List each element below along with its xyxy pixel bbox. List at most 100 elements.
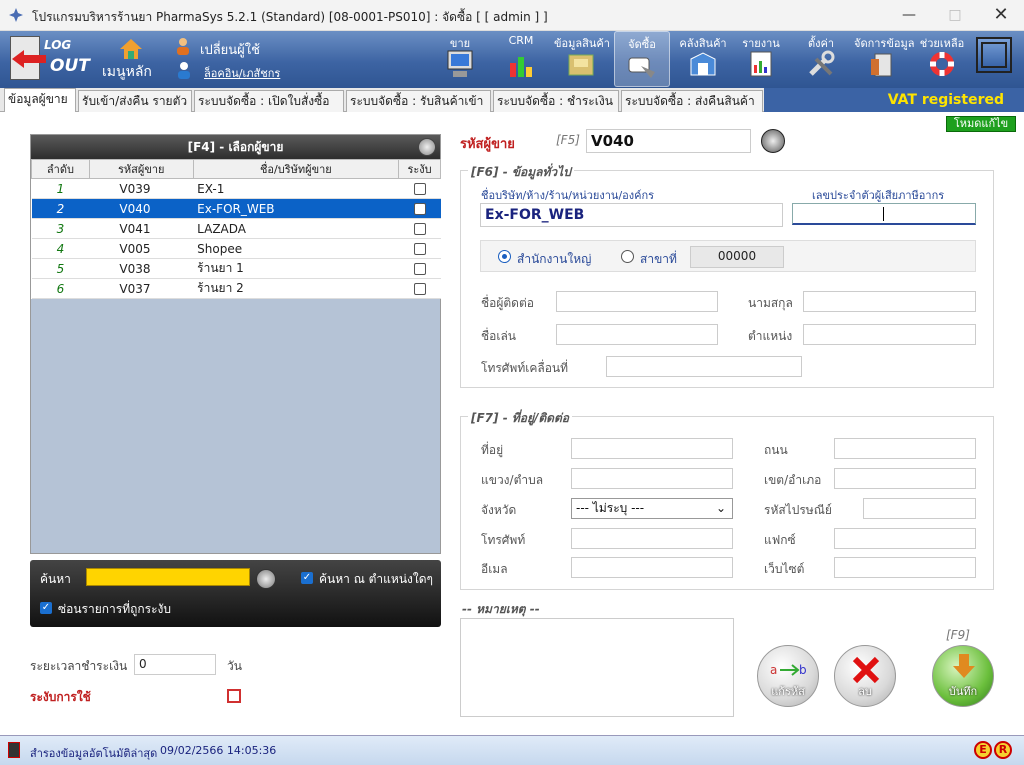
toolbar-help[interactable]: ช่วยเหลือ xyxy=(914,31,970,87)
search-label: ค้นหา xyxy=(40,572,71,586)
vendor-code-input[interactable]: V040 xyxy=(586,129,751,153)
table-row[interactable]: 5 V038 ร้านยา 1 xyxy=(31,258,441,279)
rename-code-button[interactable]: ab แก้รหัส xyxy=(757,645,819,707)
table-row[interactable]: 1 V039 EX-1 xyxy=(31,178,441,199)
col-suspend[interactable]: ระงับ xyxy=(398,159,441,179)
position-input[interactable] xyxy=(803,324,976,345)
head-office-radio[interactable] xyxy=(498,250,511,263)
company-input[interactable]: Ex-FOR_WEB xyxy=(480,203,783,227)
change-user-label: เปลี่ยนผู้ใช้ xyxy=(200,43,260,58)
r-status-icon[interactable]: R xyxy=(994,741,1012,759)
row-no: 3 xyxy=(31,218,90,239)
suspend-checkbox[interactable] xyxy=(413,203,426,215)
tab-payment[interactable]: ระบบจัดซื้อ : ชำระเงิน xyxy=(493,90,619,112)
phone-input[interactable] xyxy=(571,528,733,549)
surname-label: นามสกุล xyxy=(748,296,793,310)
e-status-icon[interactable]: E xyxy=(974,741,992,759)
toolbar-report[interactable]: รายงาน xyxy=(738,31,784,87)
close-button[interactable]: ✕ xyxy=(978,0,1024,30)
edit-mode-badge: โหมดแก้ไข xyxy=(946,116,1016,132)
toolbar-inventory[interactable]: คลังสินค้า xyxy=(676,31,730,87)
purchase-hand-icon xyxy=(628,57,655,78)
tab-open-po[interactable]: ระบบจัดซื้อ : เปิดใบสั่งซื้อ xyxy=(194,90,344,112)
login-history-link[interactable]: ล็อคอิน/เภสัชกร xyxy=(176,61,296,81)
suspend-checkbox[interactable] xyxy=(413,283,426,295)
mobile-input[interactable] xyxy=(606,356,802,377)
hide-suspended-checkbox[interactable]: ✓ xyxy=(40,602,52,614)
contact-input[interactable] xyxy=(556,291,718,312)
row-code: V040 xyxy=(89,198,194,219)
suspend-use-checkbox[interactable] xyxy=(227,689,241,703)
minimize-button[interactable]: — xyxy=(886,0,932,30)
vendor-code-search-icon[interactable] xyxy=(761,129,785,153)
toolbar-crm[interactable]: CRM xyxy=(500,31,542,87)
toolbar-purchase[interactable]: จัดซื้อ xyxy=(614,31,670,87)
province-select[interactable]: --- ไม่ระบุ --- ⌄ xyxy=(571,498,733,519)
save-shortcut-label: [F9] xyxy=(946,628,970,642)
change-user-button[interactable]: เปลี่ยนผู้ใช้ xyxy=(176,37,296,58)
suspend-checkbox[interactable] xyxy=(413,223,426,235)
position-label: ตำแหน่ง xyxy=(748,329,793,343)
suspend-checkbox[interactable] xyxy=(413,243,426,255)
warehouse-box-icon xyxy=(690,52,716,76)
remark-label: -- หมายเหตุ -- xyxy=(462,602,540,616)
address-label: ที่อยู่ xyxy=(481,443,504,457)
nickname-label: ชื่อเล่น xyxy=(481,329,517,343)
road-label: ถนน xyxy=(764,443,788,457)
head-office-label: สำนักงานใหญ่ xyxy=(517,252,592,266)
monitor-icon xyxy=(447,50,473,77)
website-input[interactable] xyxy=(834,557,976,578)
col-name[interactable]: ชื่อ/บริษัทผู้ขาย xyxy=(192,159,400,179)
row-no: 6 xyxy=(31,278,90,299)
toolbar-data-manage[interactable]: จัดการข้อมูล xyxy=(854,31,914,87)
table-row-selected[interactable]: 2 V040 Ex-FOR_WEB xyxy=(31,198,441,219)
backup-datetime: 09/02/2566 14:05:36 xyxy=(160,744,277,757)
refresh-icon[interactable] xyxy=(418,138,436,156)
window-layout-button[interactable] xyxy=(976,37,1012,73)
road-input[interactable] xyxy=(834,438,976,459)
tools-icon xyxy=(809,50,835,76)
tab-receive-return[interactable]: รับเข้า/ส่งคืน รายตัว xyxy=(78,90,192,112)
col-code[interactable]: รหัสผู้ขาย xyxy=(88,159,194,179)
suspend-checkbox[interactable] xyxy=(413,263,426,275)
table-row[interactable]: 6 V037 ร้านยา 2 xyxy=(31,278,441,299)
general-info-title: [F6] - ข้อมูลทั่วไป xyxy=(468,163,574,182)
phone-label: โทรศัพท์ xyxy=(481,533,526,547)
email-input[interactable] xyxy=(571,557,733,578)
tab-return-goods[interactable]: ระบบจัดซื้อ : ส่งคืนสินค้า xyxy=(621,90,763,112)
toolbar-products[interactable]: ข้อมูลสินค้า xyxy=(554,31,610,87)
branch-radio[interactable] xyxy=(621,250,634,263)
main-menu-button[interactable]: เมนูหลัก xyxy=(100,37,160,83)
search-input[interactable] xyxy=(86,568,250,586)
suspend-checkbox[interactable] xyxy=(413,183,426,195)
toolbar-settings[interactable]: ตั้งค่า xyxy=(798,31,844,87)
tab-receive-goods[interactable]: ระบบจัดซื้อ : รับสินค้าเข้า xyxy=(346,90,491,112)
vendor-code-label: รหัสผู้ขาย xyxy=(460,137,515,152)
any-position-checkbox[interactable]: ✓ xyxy=(301,572,313,584)
postcode-input[interactable] xyxy=(863,498,976,519)
save-button[interactable]: บันทึก xyxy=(932,645,994,707)
payment-term-input[interactable]: 0 xyxy=(134,654,216,675)
table-row[interactable]: 3 V041 LAZADA xyxy=(31,218,441,239)
col-no[interactable]: ลำดับ xyxy=(31,159,90,179)
nickname-input[interactable] xyxy=(556,324,718,345)
website-label: เว็บไซต์ xyxy=(764,562,805,576)
fax-input[interactable] xyxy=(834,528,976,549)
district-input[interactable] xyxy=(834,468,976,489)
any-position-label: ค้นหา ณ ตำแหน่งใดๆ xyxy=(319,572,433,586)
tab-vendor-info[interactable]: ข้อมูลผู้ขาย xyxy=(4,88,76,112)
delete-button[interactable]: ลบ xyxy=(834,645,896,707)
surname-input[interactable] xyxy=(803,291,976,312)
branch-number-input[interactable]: 00000 xyxy=(690,246,784,268)
search-go-icon[interactable] xyxy=(256,569,276,589)
maximize-button[interactable]: □ xyxy=(932,0,978,30)
row-code: V005 xyxy=(89,238,194,259)
table-row[interactable]: 4 V005 Shopee xyxy=(31,238,441,259)
address-input[interactable] xyxy=(571,438,733,459)
logout-button[interactable]: LOG OUT xyxy=(10,36,90,82)
remark-textarea[interactable] xyxy=(460,618,734,717)
subdistrict-label: แขวง/ตำบล xyxy=(481,473,544,487)
tax-id-input[interactable] xyxy=(792,203,976,225)
subdistrict-input[interactable] xyxy=(571,468,733,489)
toolbar-sale[interactable]: ขาย xyxy=(440,31,480,87)
